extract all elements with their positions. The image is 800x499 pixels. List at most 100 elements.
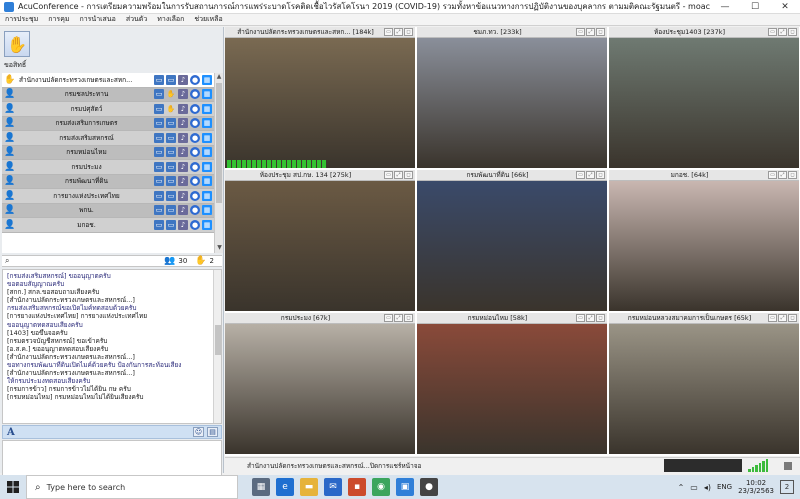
- camera-icon[interactable]: ▭: [154, 118, 164, 129]
- window-icon[interactable]: ▦: [202, 89, 212, 100]
- expand-icon[interactable]: ⤢: [586, 171, 595, 179]
- participant-row[interactable]: 👤 กรมประมง ▭ ▭ ♪ ● ▦: [2, 160, 214, 175]
- send-file-button[interactable]: ▤: [207, 427, 218, 437]
- video-settings-icon[interactable]: ▭: [768, 314, 777, 322]
- share-icon[interactable]: ▭: [166, 219, 176, 230]
- raise-hand-button[interactable]: ✋: [4, 31, 30, 57]
- expand-icon[interactable]: ⤢: [586, 28, 595, 36]
- camera-icon[interactable]: ▭: [154, 205, 164, 216]
- search-icon[interactable]: ⌕: [5, 256, 9, 266]
- network-icon[interactable]: ▭: [690, 483, 698, 492]
- window-icon[interactable]: ▦: [202, 103, 212, 114]
- scroll-down-arrow-icon[interactable]: ▼: [215, 244, 224, 253]
- window-icon[interactable]: ▦: [202, 132, 212, 143]
- task-view-icon[interactable]: ▦: [252, 478, 270, 496]
- record-icon[interactable]: ●: [190, 147, 200, 158]
- camera-icon[interactable]: ▭: [154, 176, 164, 187]
- camera-icon[interactable]: ▭: [154, 161, 164, 172]
- video-tile[interactable]: กรมหม่อนหลวงสมาคมการเป็นเกษตร [65k] ▭ ⤢ ◻: [609, 313, 799, 454]
- menu-personal[interactable]: ส่วนตัว: [121, 14, 152, 25]
- window-icon[interactable]: ▦: [202, 74, 212, 85]
- expand-icon[interactable]: ⤢: [778, 171, 787, 179]
- participant-row[interactable]: 👤 กรมส่งเสริมการเกษตร ▭ ▭ ♪ ● ▦: [2, 116, 214, 131]
- clock[interactable]: 10:02 23/3/2563: [738, 479, 774, 495]
- camera-icon[interactable]: ▭: [154, 190, 164, 201]
- snapshot-icon[interactable]: ◻: [404, 314, 413, 322]
- window-icon[interactable]: ▦: [202, 219, 212, 230]
- minimize-button[interactable]: —: [710, 0, 740, 14]
- window-icon[interactable]: ▦: [202, 161, 212, 172]
- video-settings-icon[interactable]: ▭: [384, 314, 393, 322]
- file-explorer-icon[interactable]: ▬: [300, 478, 318, 496]
- microphone-icon[interactable]: ♪: [178, 219, 188, 230]
- camera-icon[interactable]: ▭: [154, 132, 164, 143]
- share-icon[interactable]: ▭: [166, 190, 176, 201]
- menu-presentation[interactable]: การนำเสนอ: [75, 14, 121, 25]
- video-settings-icon[interactable]: ▭: [384, 28, 393, 36]
- participant-row[interactable]: 👤 กรมพัฒนาที่ดิน ▭ ▭ ♪ ● ▦: [2, 174, 214, 189]
- video-tile[interactable]: ชมภ.ทว. [233k] ▭ ⤢ ◻: [417, 27, 607, 168]
- edge-browser-icon[interactable]: e: [276, 478, 294, 496]
- participant-row[interactable]: 👤 มกอช. ▭ ▭ ♪ ● ▦: [2, 218, 214, 233]
- expand-icon[interactable]: ⤢: [394, 314, 403, 322]
- record-icon[interactable]: ●: [190, 118, 200, 129]
- microphone-icon[interactable]: ♪: [178, 147, 188, 158]
- window-icon[interactable]: ▦: [202, 147, 212, 158]
- participant-row[interactable]: 👤 กรมชลประทาน ▭ ✋ ♪ ● ▦: [2, 87, 214, 102]
- acuconference-taskbar-icon[interactable]: ▣: [396, 478, 414, 496]
- share-icon[interactable]: ▭: [166, 74, 176, 85]
- microphone-icon[interactable]: ♪: [178, 118, 188, 129]
- expand-icon[interactable]: ⤢: [778, 28, 787, 36]
- expand-icon[interactable]: ⤢: [394, 171, 403, 179]
- participant-row[interactable]: 👤 กรมหม่อนไหม ▭ ▭ ♪ ● ▦: [2, 145, 214, 160]
- font-button[interactable]: A: [7, 427, 15, 438]
- video-tile[interactable]: มกอช. [64k] ▭ ⤢ ◻: [609, 170, 799, 311]
- scroll-up-arrow-icon[interactable]: ▲: [215, 73, 223, 82]
- snapshot-icon[interactable]: ◻: [788, 28, 797, 36]
- video-settings-icon[interactable]: ▭: [768, 171, 777, 179]
- chat-scrollbar-thumb[interactable]: [215, 325, 221, 355]
- record-icon[interactable]: ●: [190, 103, 200, 114]
- maximize-button[interactable]: ☐: [740, 0, 770, 14]
- microphone-icon[interactable]: ♪: [178, 190, 188, 201]
- participant-row[interactable]: ✋ สำนักงานปลัดกระทรวงเกษตรและสหก... ▭ ▭ ♪ ● ▦: [2, 73, 214, 88]
- camera-icon[interactable]: ▭: [154, 147, 164, 158]
- share-icon[interactable]: ▭: [166, 161, 176, 172]
- scrollbar-thumb[interactable]: [216, 83, 222, 203]
- chrome-icon[interactable]: ◉: [372, 478, 390, 496]
- camera-icon[interactable]: ▭: [154, 219, 164, 230]
- video-settings-icon[interactable]: ▭: [576, 28, 585, 36]
- video-settings-icon[interactable]: ▭: [576, 314, 585, 322]
- video-tile[interactable]: กรมประมง [67k] ▭ ⤢ ◻: [225, 313, 415, 454]
- office-icon[interactable]: ▪: [348, 478, 366, 496]
- start-button[interactable]: [0, 475, 26, 499]
- share-icon[interactable]: ▭: [166, 118, 176, 129]
- show-hidden-icons-icon[interactable]: ⌃: [678, 483, 685, 492]
- microphone-icon[interactable]: ♪: [178, 161, 188, 172]
- expand-icon[interactable]: ⤢: [778, 314, 787, 322]
- window-icon[interactable]: ▦: [202, 176, 212, 187]
- participant-list-scrollbar[interactable]: ▲ ▼: [214, 73, 223, 253]
- record-icon[interactable]: ●: [190, 89, 200, 100]
- video-tile[interactable]: กรมพัฒนาที่ดิน [66k] ▭ ⤢ ◻: [417, 170, 607, 311]
- participant-row[interactable]: 👤 กรมปศุสัตว์ ▭ ✋ ♪ ● ▦: [2, 102, 214, 117]
- snapshot-icon[interactable]: ◻: [404, 171, 413, 179]
- microphone-icon[interactable]: ♪: [178, 89, 188, 100]
- language-indicator[interactable]: ENG: [717, 483, 732, 491]
- share-icon[interactable]: ▭: [166, 205, 176, 216]
- record-icon[interactable]: ●: [190, 205, 200, 216]
- video-tile[interactable]: ห้องประชุม1403 [237k] ▭ ⤢ ◻: [609, 27, 799, 168]
- notification-center-icon[interactable]: 2: [780, 480, 794, 494]
- record-icon[interactable]: ●: [190, 190, 200, 201]
- snapshot-icon[interactable]: ◻: [596, 28, 605, 36]
- menu-control[interactable]: การคุม: [43, 14, 74, 25]
- chat-scrollbar[interactable]: [213, 270, 221, 423]
- microphone-icon[interactable]: ♪: [178, 74, 188, 85]
- video-settings-icon[interactable]: ▭: [384, 171, 393, 179]
- microphone-icon[interactable]: ♪: [178, 103, 188, 114]
- menu-meeting[interactable]: การประชุม: [0, 14, 43, 25]
- record-icon[interactable]: ●: [190, 74, 200, 85]
- record-icon[interactable]: ●: [190, 132, 200, 143]
- volume-icon[interactable]: ◂): [704, 483, 711, 492]
- window-icon[interactable]: ▦: [202, 205, 212, 216]
